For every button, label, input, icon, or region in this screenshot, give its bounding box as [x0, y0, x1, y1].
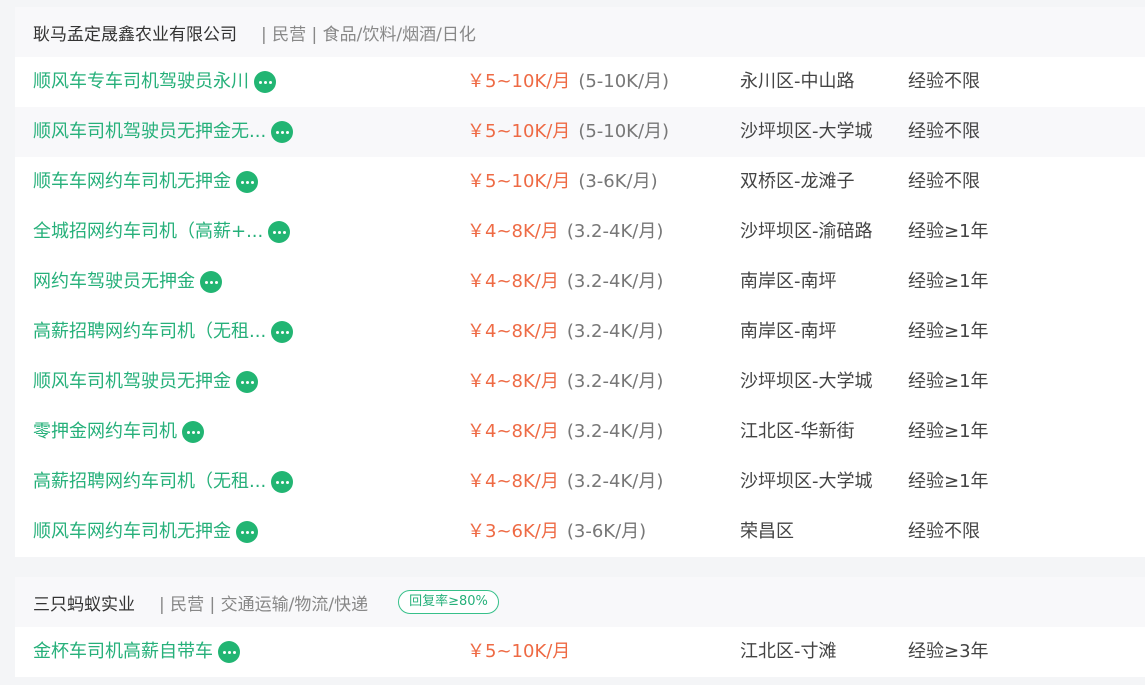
job-location: 江北区-华新街: [740, 421, 855, 442]
job-row[interactable]: 顺风车网约车司机无押金 ￥3~6K/月 (3-6K/月) 荣昌区 经验不限: [15, 507, 1145, 557]
job-title[interactable]: 高薪招聘网约车司机（无租...: [33, 457, 294, 507]
job-row[interactable]: 顺风车司机驾驶员无押金 ￥4~8K/月 (3.2-4K/月) 沙坪坝区-大学城 经…: [15, 357, 1145, 407]
company-meta: | 民营 | 交通运输/物流/快递: [159, 594, 369, 615]
job-title[interactable]: 零押金网约车司机: [33, 407, 204, 457]
reply-rate-badge: 回复率≥80%: [398, 590, 499, 614]
chat-bubble-icon[interactable]: [254, 71, 276, 93]
job-row[interactable]: 高薪招聘网约车司机（无租... ￥4~8K/月 (3.2-4K/月) 南岸区-南坪…: [15, 307, 1145, 357]
chat-bubble-icon[interactable]: [182, 421, 204, 443]
chat-bubble-icon[interactable]: [218, 641, 240, 663]
job-salary: ￥5~10K/月 (5-10K/月): [467, 121, 670, 142]
chat-bubble-icon[interactable]: [200, 271, 222, 293]
job-location: 沙坪坝区-渝碚路: [740, 221, 873, 242]
job-salary-range: (3-6K/月): [566, 521, 647, 542]
job-row[interactable]: 零押金网约车司机 ￥4~8K/月 (3.2-4K/月) 江北区-华新街 经验≥1年: [15, 407, 1145, 457]
job-location: 荣昌区: [740, 521, 794, 542]
job-salary: ￥5~10K/月 (5-10K/月): [467, 71, 670, 92]
chat-bubble-icon[interactable]: [271, 121, 294, 143]
job-salary-range: (3.2-4K/月): [566, 471, 664, 492]
job-salary: ￥3~6K/月 (3-6K/月): [467, 521, 647, 542]
job-experience: 经验≥1年: [908, 321, 989, 342]
job-experience: 经验≥1年: [908, 371, 989, 392]
job-salary: ￥5~10K/月: [467, 641, 571, 662]
job-experience: 经验≥1年: [908, 471, 989, 492]
job-row[interactable]: 高薪招聘网约车司机（无租... ￥4~8K/月 (3.2-4K/月) 沙坪坝区-大…: [15, 457, 1145, 507]
job-location: 南岸区-南坪: [740, 321, 837, 342]
job-row[interactable]: 顺车车网约车司机无押金 ￥5~10K/月 (3-6K/月) 双桥区-龙滩子 经验不…: [15, 157, 1145, 207]
job-title[interactable]: 全城招网约车司机（高薪+...: [33, 207, 291, 257]
job-experience: 经验不限: [908, 171, 980, 192]
job-salary-range: (3.2-4K/月): [566, 321, 664, 342]
chat-bubble-icon[interactable]: [271, 321, 294, 343]
company-name[interactable]: 耿马孟定晟鑫农业有限公司: [33, 20, 237, 45]
job-location: 南岸区-南坪: [740, 271, 837, 292]
job-row[interactable]: 顺风车司机驾驶员无押金无... ￥5~10K/月 (5-10K/月) 沙坪坝区-大…: [15, 107, 1145, 157]
job-experience: 经验不限: [908, 121, 980, 142]
job-title[interactable]: 网约车驾驶员无押金: [33, 257, 222, 307]
job-salary-range: (3.2-4K/月): [566, 421, 664, 442]
job-experience: 经验≥3年: [908, 641, 989, 662]
job-salary: ￥4~8K/月 (3.2-4K/月): [467, 421, 664, 442]
company-header: 耿马孟定晟鑫农业有限公司 | 民营 | 食品/饮料/烟酒/日化: [15, 7, 1145, 57]
chat-bubble-icon[interactable]: [236, 521, 258, 543]
job-salary: ￥4~8K/月 (3.2-4K/月): [467, 321, 664, 342]
job-salary-range: (5-10K/月): [578, 121, 670, 142]
job-location: 永川区-中山路: [740, 71, 855, 92]
company-card: 三只蚂蚁实业 | 民营 | 交通运输/物流/快递 回复率≥80% 金杯车司机高薪…: [15, 577, 1145, 677]
job-title[interactable]: 顺风车网约车司机无押金: [33, 507, 258, 557]
job-salary: ￥4~8K/月 (3.2-4K/月): [467, 271, 664, 292]
job-salary: ￥4~8K/月 (3.2-4K/月): [467, 471, 664, 492]
company-meta: | 民营 | 食品/饮料/烟酒/日化: [261, 24, 476, 45]
company-card: 耿马孟定晟鑫农业有限公司 | 民营 | 食品/饮料/烟酒/日化 顺风车专车司机驾…: [15, 7, 1145, 557]
job-title[interactable]: 顺车车网约车司机无押金: [33, 157, 258, 207]
job-salary-range: (3.2-4K/月): [566, 221, 664, 242]
job-location: 沙坪坝区-大学城: [740, 471, 873, 492]
job-title[interactable]: 金杯车司机高薪自带车: [33, 627, 240, 677]
job-location: 江北区-寸滩: [740, 641, 837, 662]
job-salary: ￥5~10K/月 (3-6K/月): [467, 171, 658, 192]
company-name[interactable]: 三只蚂蚁实业: [33, 590, 135, 615]
job-location: 沙坪坝区-大学城: [740, 371, 873, 392]
chat-bubble-icon[interactable]: [236, 171, 258, 193]
job-title[interactable]: 顺风车司机驾驶员无押金: [33, 357, 258, 407]
job-title[interactable]: 高薪招聘网约车司机（无租...: [33, 307, 294, 357]
job-salary-range: (3.2-4K/月): [566, 371, 664, 392]
job-experience: 经验不限: [908, 521, 980, 542]
job-title[interactable]: 顺风车专车司机驾驶员永川: [33, 57, 276, 107]
job-salary-range: (3-6K/月): [578, 171, 658, 192]
job-row[interactable]: 金杯车司机高薪自带车 ￥5~10K/月 江北区-寸滩 经验≥3年: [15, 627, 1145, 677]
job-row[interactable]: 网约车驾驶员无押金 ￥4~8K/月 (3.2-4K/月) 南岸区-南坪 经验≥1年: [15, 257, 1145, 307]
job-salary: ￥4~8K/月 (3.2-4K/月): [467, 221, 664, 242]
chat-bubble-icon[interactable]: [271, 471, 294, 493]
company-header: 三只蚂蚁实业 | 民营 | 交通运输/物流/快递 回复率≥80%: [15, 577, 1145, 627]
job-location: 沙坪坝区-大学城: [740, 121, 873, 142]
job-experience: 经验≥1年: [908, 221, 989, 242]
job-title[interactable]: 顺风车司机驾驶员无押金无...: [33, 107, 294, 157]
job-experience: 经验≥1年: [908, 271, 989, 292]
job-salary-range: (3.2-4K/月): [566, 271, 664, 292]
job-salary-range: (5-10K/月): [578, 71, 670, 92]
job-row[interactable]: 全城招网约车司机（高薪+... ￥4~8K/月 (3.2-4K/月) 沙坪坝区-渝…: [15, 207, 1145, 257]
chat-bubble-icon[interactable]: [268, 221, 291, 243]
job-experience: 经验不限: [908, 71, 980, 92]
job-salary: ￥4~8K/月 (3.2-4K/月): [467, 371, 664, 392]
job-location: 双桥区-龙滩子: [740, 171, 855, 192]
chat-bubble-icon[interactable]: [236, 371, 258, 393]
job-row[interactable]: 顺风车专车司机驾驶员永川 ￥5~10K/月 (5-10K/月) 永川区-中山路 经…: [15, 57, 1145, 107]
job-experience: 经验≥1年: [908, 421, 989, 442]
